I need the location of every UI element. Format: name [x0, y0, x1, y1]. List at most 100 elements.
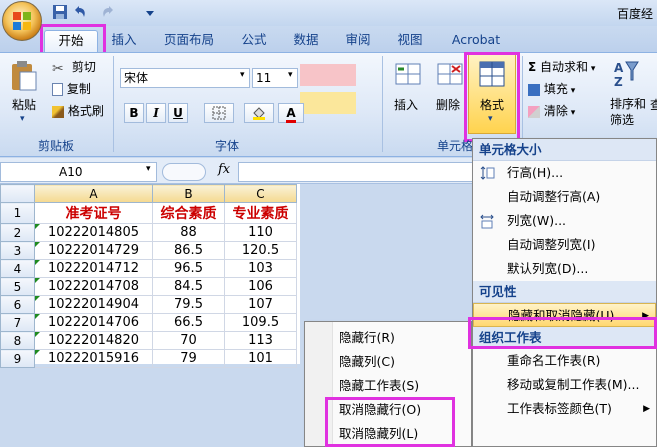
cell[interactable]: 84.5	[152, 277, 225, 296]
hide-columns-item[interactable]: 隐藏列(C)	[305, 350, 471, 374]
format-painter-button[interactable]: 格式刷	[52, 102, 104, 120]
cell[interactable]: 88	[152, 223, 225, 242]
cell[interactable]: 96.5	[152, 259, 225, 278]
fill-label: 填充	[543, 82, 568, 96]
row-header[interactable]: 5	[0, 277, 35, 296]
font-color-icon: A	[286, 106, 296, 123]
cell[interactable]: 79	[152, 349, 225, 368]
bold-button[interactable]: B	[124, 103, 144, 123]
cell[interactable]: 专业素质	[224, 202, 297, 224]
row-header[interactable]: 1	[0, 202, 35, 224]
cell[interactable]: 10222014805	[34, 223, 153, 242]
italic-button[interactable]: I	[146, 103, 166, 123]
insert-cells-icon[interactable]	[394, 60, 422, 88]
row-header[interactable]: 4	[0, 259, 35, 278]
tab-insert[interactable]: 插入	[104, 30, 144, 52]
underline-button[interactable]: U	[168, 103, 188, 123]
cell[interactable]: 准考证号	[34, 202, 153, 224]
row-height-item[interactable]: 行高(H)...	[473, 161, 656, 185]
row-header[interactable]: 9	[0, 349, 35, 368]
cell[interactable]: 10222014712	[34, 259, 153, 278]
insert-function-icon[interactable]: fx	[218, 162, 230, 177]
tab-view[interactable]: 视图	[390, 30, 430, 52]
cell[interactable]: 103	[224, 259, 297, 278]
cell[interactable]: 70	[152, 331, 225, 350]
spreadsheet-grid[interactable]: A B C 1 准考证号 综合素质 专业素质 2 10222014805 88 …	[0, 184, 300, 368]
clear-button[interactable]: 清除 ▾	[528, 102, 575, 120]
column-header-c[interactable]: C	[224, 184, 297, 203]
row-header[interactable]: 6	[0, 295, 35, 314]
undo-icon[interactable]	[72, 4, 88, 20]
font-color-button[interactable]: A	[278, 103, 304, 123]
column-width-item[interactable]: 列宽(W)...	[473, 209, 656, 233]
autofit-column-item[interactable]: 自动调整列宽(I)	[473, 233, 656, 257]
name-box-dropdown-icon[interactable]: ▾	[146, 164, 151, 174]
column-header-a[interactable]: A	[34, 184, 153, 203]
sheet-table: A B C 1 准考证号 综合素质 专业素质 2 10222014805 88 …	[0, 184, 297, 368]
tab-data[interactable]: 数据	[286, 30, 326, 52]
font-name-combo[interactable]: 宋体	[120, 68, 250, 88]
move-copy-sheet-item[interactable]: 移动或复制工作表(M)...	[473, 373, 656, 397]
select-all-corner[interactable]	[0, 184, 35, 203]
cell[interactable]: 10222014729	[34, 241, 153, 260]
autofit-row-item[interactable]: 自动调整行高(A)	[473, 185, 656, 209]
rename-sheet-item[interactable]: 重命名工作表(R)	[473, 349, 656, 373]
font-name-dropdown-icon[interactable]: ▾	[240, 70, 245, 80]
cell[interactable]: 10222014708	[34, 277, 153, 296]
cell[interactable]: 110	[224, 223, 297, 242]
office-button[interactable]	[2, 1, 42, 41]
font-size-dropdown-icon[interactable]: ▾	[288, 70, 293, 80]
cell[interactable]: 66.5	[152, 313, 225, 332]
delete-cells-icon[interactable]	[436, 60, 464, 88]
row-header[interactable]: 2	[0, 223, 35, 242]
column-width-icon	[480, 214, 494, 229]
fill-button[interactable]: 填充 ▾	[528, 80, 575, 98]
tab-formulas[interactable]: 公式	[234, 30, 274, 52]
formula-bar-handle[interactable]	[162, 163, 206, 181]
row-header[interactable]: 7	[0, 313, 35, 332]
fill-color-button[interactable]	[244, 103, 274, 123]
qat-customize-icon[interactable]	[145, 4, 155, 20]
cut-button[interactable]: ✂ 剪切	[52, 58, 96, 77]
tab-color-item[interactable]: 工作表标签颜色(T) ▶	[473, 397, 656, 421]
paste-dropdown-icon[interactable]: ▾	[20, 114, 25, 124]
cell[interactable]: 79.5	[152, 295, 225, 314]
copy-button[interactable]: 复制	[52, 80, 91, 98]
cell[interactable]: 120.5	[224, 241, 297, 260]
find-button[interactable]: 查	[650, 96, 657, 114]
row-header[interactable]: 3	[0, 241, 35, 260]
sort-filter-button[interactable]: 排序和 筛选	[610, 96, 646, 128]
tab-review[interactable]: 审阅	[338, 30, 378, 52]
row-header[interactable]: 8	[0, 331, 35, 350]
insert-button[interactable]: 插入	[394, 96, 418, 114]
paintbrush-icon	[52, 105, 64, 118]
delete-button[interactable]: 删除	[436, 96, 460, 114]
paste-button[interactable]: 粘贴	[12, 96, 36, 114]
cell[interactable]: 109.5	[224, 313, 297, 332]
cell[interactable]: 101	[224, 349, 297, 368]
cell[interactable]: 10222014820	[34, 331, 153, 350]
save-icon[interactable]	[52, 4, 68, 20]
cell[interactable]: 10222014904	[34, 295, 153, 314]
borders-button[interactable]	[204, 103, 234, 123]
name-box[interactable]: A10	[0, 162, 157, 182]
cell[interactable]: 综合素质	[152, 202, 225, 224]
default-width-item[interactable]: 默认列宽(D)...	[473, 257, 656, 281]
cell[interactable]: 113	[224, 331, 297, 350]
tab-page-layout[interactable]: 页面布局	[156, 30, 222, 52]
autosum-button[interactable]: Σ 自动求和 ▾	[528, 58, 595, 76]
cell[interactable]: 10222014706	[34, 313, 153, 332]
column-header-b[interactable]: B	[152, 184, 225, 203]
tab-acrobat[interactable]: Acrobat	[444, 30, 508, 52]
cell[interactable]: 107	[224, 295, 297, 314]
hide-rows-item[interactable]: 隐藏行(R)	[305, 326, 471, 350]
sort-filter-icon[interactable]: AZ	[612, 58, 640, 92]
redo-icon[interactable]	[100, 4, 116, 20]
cell[interactable]: 86.5	[152, 241, 225, 260]
hide-sheet-item[interactable]: 隐藏工作表(S)	[305, 374, 471, 398]
paste-icon[interactable]	[10, 60, 38, 92]
clipboard-group-label: 剪贴板	[37, 139, 74, 153]
formula-input[interactable]	[238, 162, 478, 182]
cell[interactable]: 10222015916	[34, 349, 153, 368]
cell[interactable]: 106	[224, 277, 297, 296]
